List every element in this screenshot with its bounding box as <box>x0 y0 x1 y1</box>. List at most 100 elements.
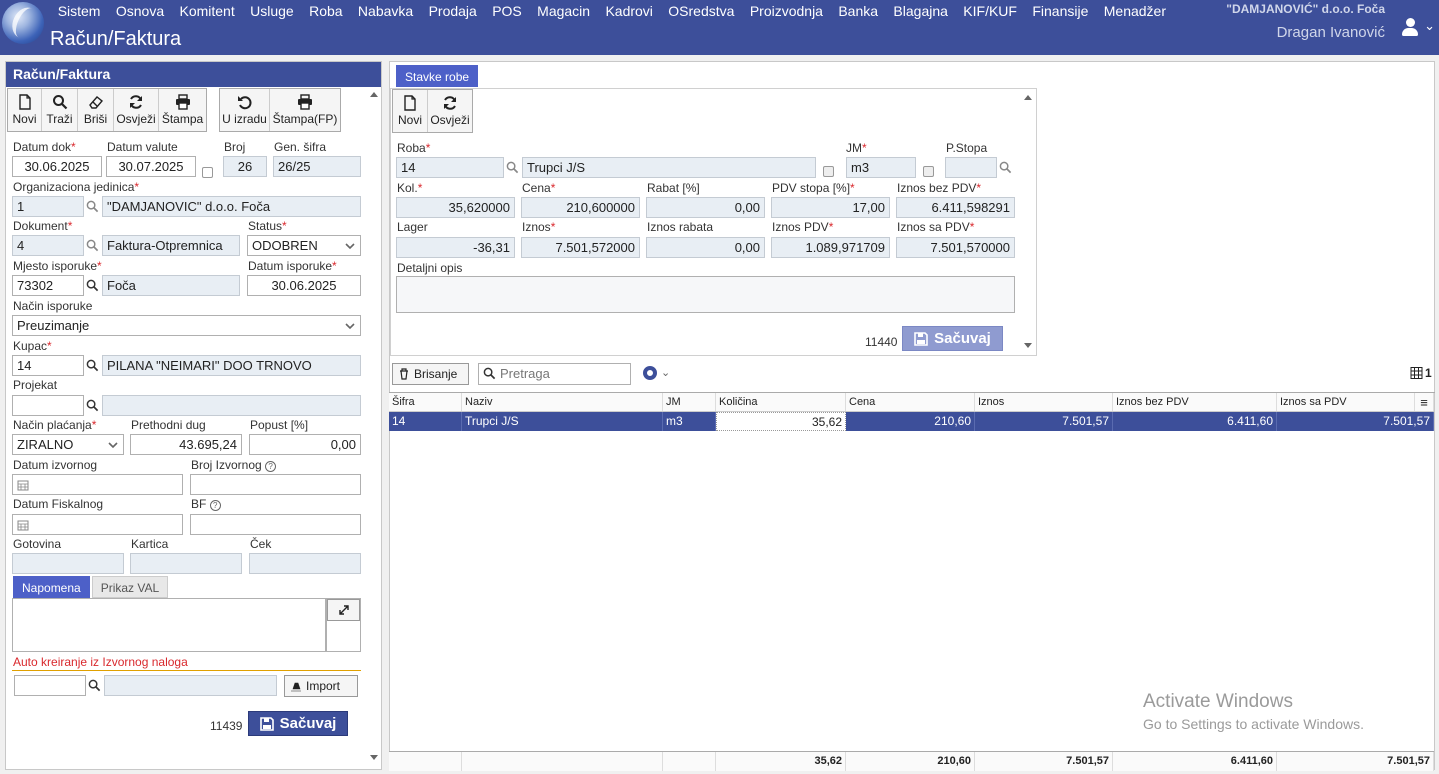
menu-item-roba[interactable]: Roba <box>301 3 350 19</box>
menu-item-kif-kuf[interactable]: KIF/KUF <box>956 3 1025 19</box>
roba-search-icon[interactable] <box>504 157 521 178</box>
datum-valute-input[interactable]: 30.07.2025 <box>106 156 196 177</box>
menu-item-usluge[interactable]: Usluge <box>242 3 301 19</box>
menu-item-nabavka[interactable]: Nabavka <box>350 3 421 19</box>
datum-dok-input[interactable]: 30.06.2025 <box>12 156 102 177</box>
col-naziv[interactable]: Naziv <box>462 393 663 411</box>
help-icon[interactable]: ? <box>265 461 277 472</box>
import-button[interactable]: Import <box>284 675 358 697</box>
pdv-stopa-input[interactable]: 17,00 <box>771 197 890 218</box>
menu-item-magacin[interactable]: Magacin <box>529 3 597 19</box>
col-jm[interactable]: JM <box>663 393 716 411</box>
user-icon[interactable] <box>1402 18 1418 36</box>
scroll-up-icon[interactable] <box>1024 95 1032 100</box>
detaljni-opis-textarea[interactable] <box>396 276 1015 313</box>
projekat-search-icon[interactable] <box>84 395 101 416</box>
menu-item-sistem[interactable]: Sistem <box>50 3 108 19</box>
pstopa-checkbox[interactable] <box>923 166 934 177</box>
table-row[interactable]: 14 Trupci J/S m3 35,62 210,60 7.501,57 6… <box>389 412 1434 431</box>
menu-item-menadzer[interactable]: Menadžer <box>1096 3 1174 19</box>
org-jed-search-icon[interactable] <box>84 196 101 217</box>
menu-item-komitent[interactable]: Komitent <box>172 3 243 19</box>
grid-search-input[interactable]: Pretraga <box>478 363 631 385</box>
prethodni-dug-input[interactable]: 43.695,24 <box>130 434 242 455</box>
menu-item-kadrovi[interactable]: Kadrovi <box>598 3 661 19</box>
nacin-placanja-select[interactable]: ZIRALNO <box>12 434 124 455</box>
mjesto-code-input[interactable]: 73302 <box>12 275 84 296</box>
invoice-save-button[interactable]: Sačuvaj <box>248 711 348 736</box>
nacin-isporuke-select[interactable]: Preuzimanje <box>12 315 361 336</box>
col-cena[interactable]: Cena <box>846 393 975 411</box>
delete-rows-button[interactable]: Brisanje <box>392 363 469 385</box>
menu-item-finansije[interactable]: Finansije <box>1025 3 1096 19</box>
menu-item-prodaja[interactable]: Prodaja <box>421 3 485 19</box>
fiscal-print-button[interactable]: Štampa(FP) <box>270 89 340 131</box>
iznos-input[interactable]: 7.501,572000 <box>521 237 640 258</box>
status-select[interactable]: ODOBREN <box>247 235 361 256</box>
to-draft-button[interactable]: U izradu <box>220 89 270 131</box>
menu-item-osredstva[interactable]: OSredstva <box>661 3 743 19</box>
col-kolicina[interactable]: Količina <box>716 393 846 411</box>
scroll-down-icon[interactable] <box>1024 343 1032 348</box>
menu-item-blagajna[interactable]: Blagajna <box>886 3 956 19</box>
tab-napomena[interactable]: Napomena <box>13 576 90 598</box>
tab-prikaz-val[interactable]: Prikaz VAL <box>91 576 169 598</box>
datum-izvornog-input[interactable] <box>12 474 183 495</box>
print-button[interactable]: Štampa <box>159 89 206 131</box>
projekat-code-input[interactable] <box>12 395 84 416</box>
scroll-up-icon[interactable] <box>370 92 378 97</box>
broj-izvornog-input[interactable] <box>190 474 361 495</box>
columns-menu-icon[interactable]: ≡ <box>1415 393 1434 411</box>
kupac-search-icon[interactable] <box>84 355 101 376</box>
delete-button[interactable]: Briši <box>78 89 114 131</box>
roba-checkbox[interactable] <box>823 166 834 177</box>
valuta-checkbox[interactable] <box>202 167 213 178</box>
iznos-bez-pdv-input[interactable]: 6.411,598291 <box>896 197 1015 218</box>
menu-item-banka[interactable]: Banka <box>831 3 886 19</box>
search-button[interactable]: Traži <box>42 89 78 131</box>
popust-input[interactable]: 0,00 <box>249 434 361 455</box>
dokument-code-input[interactable]: 4 <box>12 235 84 256</box>
col-iznos-sa-pdv[interactable]: Iznos sa PDV <box>1277 393 1415 411</box>
help-icon[interactable]: ? <box>209 500 221 511</box>
menu-item-osnova[interactable]: Osnova <box>108 3 172 19</box>
item-form-scrollbar[interactable] <box>1021 90 1035 354</box>
roba-code-input[interactable]: 14 <box>396 157 504 178</box>
item-new-button[interactable]: Novi <box>393 90 428 132</box>
grid-settings-gear-icon[interactable] <box>643 366 657 380</box>
scroll-down-icon[interactable] <box>370 755 378 760</box>
col-iznos[interactable]: Iznos <box>975 393 1113 411</box>
kol-input[interactable]: 35,620000 <box>396 197 515 218</box>
izvorni-nalog-code-input[interactable] <box>14 675 86 696</box>
new-button[interactable]: Novi <box>8 89 42 131</box>
cena-input[interactable]: 210,600000 <box>521 197 640 218</box>
expand-button[interactable] <box>327 599 360 621</box>
pstopa-search-icon[interactable] <box>997 157 1014 178</box>
cell-kolicina[interactable]: 35,62 <box>716 412 846 431</box>
bf-input[interactable] <box>190 514 361 535</box>
rabat-input[interactable]: 0,00 <box>646 197 765 218</box>
datum-isporuke-input[interactable]: 30.06.2025 <box>247 275 361 296</box>
menu-item-pos[interactable]: POS <box>485 3 530 19</box>
user-menu-chevron-icon[interactable]: ⌄ <box>1424 18 1435 34</box>
iznos-rabata-input[interactable]: 0,00 <box>646 237 765 258</box>
tab-stavke-robe[interactable]: Stavke robe <box>396 65 479 87</box>
menu-item-proizvodnja[interactable]: Proizvodnja <box>742 3 831 19</box>
datum-fiskalnog-input[interactable] <box>12 514 183 535</box>
col-iznos-bez-pdv[interactable]: Iznos bez PDV <box>1113 393 1277 411</box>
dokument-search-icon[interactable] <box>84 235 101 256</box>
item-refresh-button[interactable]: Osvježi <box>428 90 472 132</box>
app-logo[interactable] <box>2 2 44 44</box>
kupac-code-input[interactable]: 14 <box>12 355 84 376</box>
invoice-scrollbar[interactable] <box>367 88 381 768</box>
refresh-button[interactable]: Osvježi <box>114 89 159 131</box>
col-sifra[interactable]: Šifra <box>389 393 462 411</box>
org-jed-code-input[interactable]: 1 <box>12 196 84 217</box>
item-save-button[interactable]: Sačuvaj <box>902 326 1003 351</box>
izvorni-nalog-search-icon[interactable] <box>86 675 103 696</box>
mjesto-search-icon[interactable] <box>84 275 101 296</box>
iznos-pdv-input[interactable]: 1.089,971709 <box>771 237 890 258</box>
napomena-textarea[interactable] <box>12 598 326 652</box>
iznos-sa-pdv-input[interactable]: 7.501,570000 <box>896 237 1015 258</box>
grid-settings-chevron-icon[interactable]: ⌄ <box>661 366 670 379</box>
